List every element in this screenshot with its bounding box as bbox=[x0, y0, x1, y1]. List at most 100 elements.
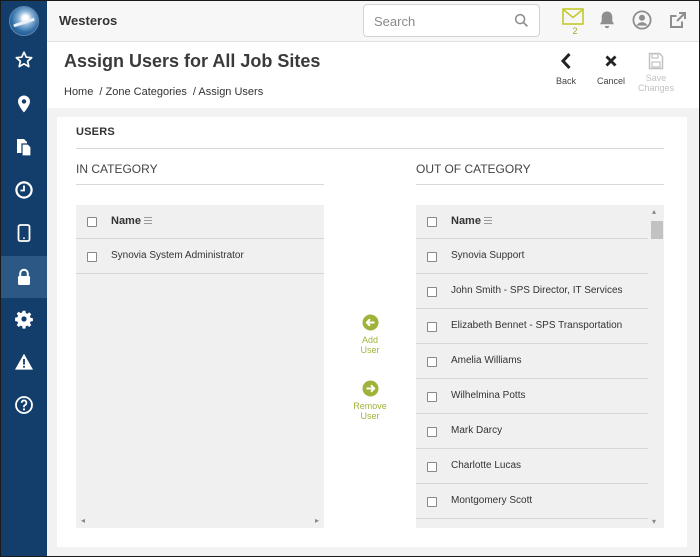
out-of-category-name-header[interactable]: Name bbox=[451, 215, 481, 227]
scrollbar-thumb[interactable] bbox=[651, 221, 663, 239]
tablet-icon bbox=[17, 224, 30, 242]
table-row[interactable]: Wilhelmina Potts bbox=[416, 379, 648, 414]
table-row[interactable]: Elizabeth Bennet - SPS Transportation bbox=[416, 309, 648, 344]
out-of-category-vertical-scrollbar[interactable]: ▴ ▾ bbox=[648, 205, 664, 528]
out-of-category-grid-header: Name bbox=[416, 205, 648, 239]
sidebar-item-security[interactable] bbox=[0, 256, 47, 298]
lock-icon bbox=[17, 268, 30, 285]
bell-icon[interactable] bbox=[598, 10, 616, 30]
table-row[interactable]: John Smith - SPS Director, IT Services bbox=[416, 274, 648, 309]
column-menu-icon[interactable] bbox=[484, 217, 492, 226]
sidebar-item-locations[interactable] bbox=[0, 83, 47, 125]
app-logo[interactable] bbox=[9, 6, 39, 36]
sidebar-item-help[interactable] bbox=[0, 384, 47, 426]
scroll-left-arrow[interactable]: ◂ bbox=[81, 516, 85, 525]
back-button[interactable]: Back bbox=[544, 52, 588, 86]
documents-icon bbox=[16, 139, 32, 157]
user-name: John Smith - SPS Director, IT Services bbox=[451, 285, 623, 296]
table-row[interactable]: Montgomery Scott bbox=[416, 484, 648, 519]
save-label-line2: Changes bbox=[637, 83, 675, 93]
sidebar bbox=[0, 0, 47, 557]
remove-user-label-line1: Remove bbox=[353, 401, 387, 411]
remove-user-button[interactable]: Remove User bbox=[345, 380, 395, 421]
mail-icon[interactable] bbox=[562, 8, 584, 25]
user-profile-icon[interactable] bbox=[632, 10, 652, 30]
close-icon bbox=[605, 55, 617, 67]
sidebar-item-documents[interactable] bbox=[0, 126, 47, 168]
cancel-button[interactable]: Cancel bbox=[589, 52, 633, 86]
sidebar-item-settings[interactable] bbox=[0, 298, 47, 340]
search-input[interactable] bbox=[374, 13, 504, 29]
add-user-button[interactable]: Add User bbox=[345, 314, 395, 355]
remove-user-label-line2: User bbox=[360, 411, 380, 421]
in-category-divider bbox=[76, 184, 324, 185]
cancel-label: Cancel bbox=[596, 76, 625, 86]
out-of-category-divider bbox=[416, 184, 664, 185]
row-checkbox[interactable] bbox=[87, 252, 97, 262]
page-header: Assign Users for All Job Sites Home / Zo… bbox=[47, 42, 700, 108]
back-label: Back bbox=[555, 76, 576, 86]
in-category-grid: Name Synovia System Administrator ◂ ▸ bbox=[76, 205, 324, 528]
location-pin-icon bbox=[17, 95, 30, 113]
table-row[interactable]: Mark Darcy bbox=[416, 414, 648, 449]
row-checkbox[interactable] bbox=[427, 287, 437, 297]
sidebar-item-devices[interactable] bbox=[0, 212, 47, 254]
table-row[interactable]: Charlotte Lucas bbox=[416, 449, 648, 484]
row-checkbox[interactable] bbox=[427, 252, 437, 262]
app-title: Westeros bbox=[59, 13, 118, 28]
row-checkbox[interactable] bbox=[427, 497, 437, 507]
sidebar-item-alerts[interactable] bbox=[0, 341, 47, 383]
user-name: Charlotte Lucas bbox=[451, 460, 522, 471]
user-name: Mark Darcy bbox=[451, 425, 503, 436]
help-icon bbox=[14, 396, 33, 414]
in-category-name-header[interactable]: Name bbox=[111, 215, 141, 227]
in-category-horizontal-scrollbar[interactable]: ◂ ▸ bbox=[76, 514, 324, 528]
out-of-category-heading: OUT OF CATEGORY bbox=[416, 162, 531, 176]
user-name: Wilhelmina Potts bbox=[451, 390, 526, 401]
search-box[interactable] bbox=[363, 4, 540, 37]
table-row[interactable]: Amelia Williams bbox=[416, 344, 648, 379]
breadcrumb-zone-categories[interactable]: / Zone Categories bbox=[99, 86, 186, 98]
user-name: Elizabeth Bennet - SPS Transportation bbox=[451, 320, 623, 331]
add-user-label-line2: User bbox=[360, 345, 380, 355]
sidebar-item-history[interactable] bbox=[0, 169, 47, 211]
arrow-right-circle-icon bbox=[362, 380, 378, 397]
save-changes-button[interactable]: Save Changes bbox=[634, 52, 678, 93]
in-category-heading: IN CATEGORY bbox=[76, 162, 158, 176]
row-checkbox[interactable] bbox=[427, 357, 437, 367]
users-card: USERS IN CATEGORY Name Synovia System Ad… bbox=[57, 117, 687, 547]
column-menu-icon[interactable] bbox=[144, 217, 152, 226]
sidebar-item-favorites[interactable] bbox=[0, 39, 47, 81]
row-checkbox[interactable] bbox=[427, 322, 437, 332]
save-label-line1: Save bbox=[645, 73, 667, 83]
section-title: USERS bbox=[76, 126, 115, 138]
page-title: Assign Users for All Job Sites bbox=[64, 51, 321, 71]
user-name: Synovia Support bbox=[451, 250, 525, 261]
breadcrumb-home[interactable]: Home bbox=[64, 86, 93, 98]
save-disk-icon bbox=[648, 52, 664, 70]
top-bar: Westeros 2 bbox=[47, 0, 700, 42]
user-name: Amelia Williams bbox=[451, 355, 522, 366]
scroll-up-arrow[interactable]: ▴ bbox=[652, 207, 656, 216]
external-link-icon[interactable] bbox=[668, 10, 688, 30]
scroll-down-arrow[interactable]: ▾ bbox=[652, 517, 656, 526]
scroll-right-arrow[interactable]: ▸ bbox=[315, 516, 319, 525]
in-category-select-all-checkbox[interactable] bbox=[87, 217, 97, 227]
in-category-grid-header: Name bbox=[76, 205, 324, 239]
section-divider bbox=[76, 148, 664, 149]
mail-count-badge: 2 bbox=[572, 26, 578, 36]
star-icon bbox=[14, 51, 33, 68]
gear-icon bbox=[14, 310, 33, 329]
out-of-category-select-all-checkbox[interactable] bbox=[427, 217, 437, 227]
row-checkbox[interactable] bbox=[427, 427, 437, 437]
row-checkbox[interactable] bbox=[427, 462, 437, 472]
row-checkbox[interactable] bbox=[427, 392, 437, 402]
breadcrumb: Home / Zone Categories / Assign Users bbox=[64, 86, 266, 98]
arrow-left-circle-icon bbox=[362, 314, 378, 331]
chevron-left-icon bbox=[560, 52, 571, 70]
table-row[interactable]: Synovia System Administrator bbox=[76, 239, 324, 274]
user-name: Synovia System Administrator bbox=[111, 250, 244, 261]
clock-icon bbox=[14, 181, 33, 199]
search-icon[interactable] bbox=[514, 13, 529, 28]
table-row[interactable]: Synovia Support bbox=[416, 239, 648, 274]
